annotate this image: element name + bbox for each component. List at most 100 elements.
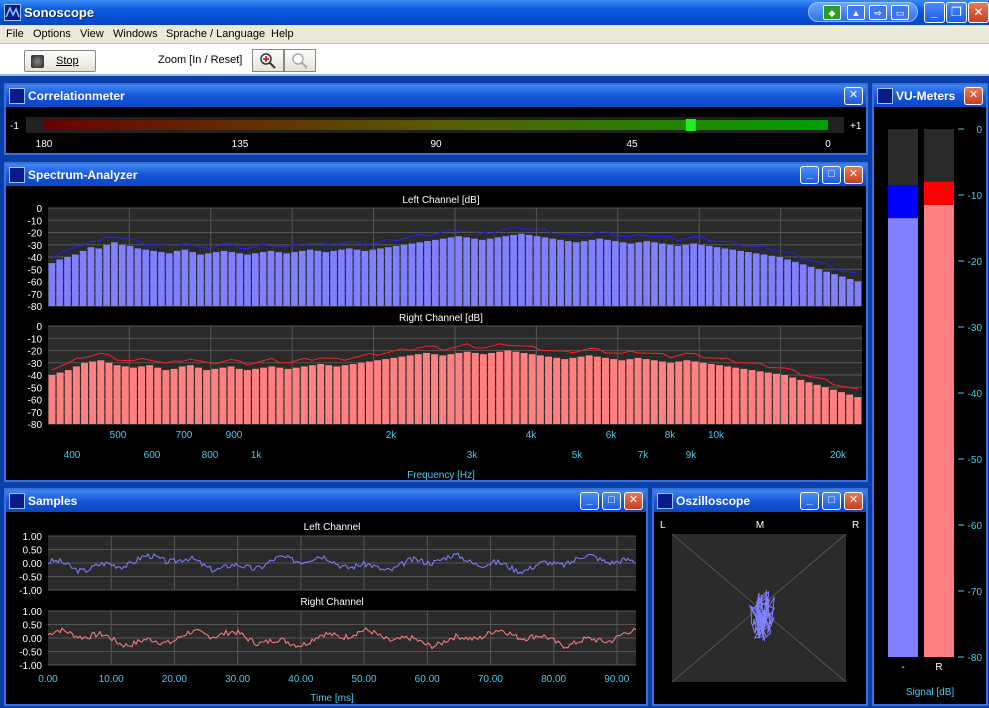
stop-label: Stop [56,55,79,67]
samples-left-title: Left Channel [304,522,361,533]
spectrum-bar [252,368,259,424]
spectrum-bar [585,355,593,424]
spectrum-bar [392,245,400,306]
correlation-tick: 0 [825,139,831,150]
spectrum-bar [306,249,314,306]
correlation-tick: 180 [36,139,53,150]
stop-icon [31,55,44,68]
spectrum-left-title: Left Channel [dB] [402,195,479,206]
spectrum-bar [691,361,699,424]
spectrum-bar [142,249,150,306]
spectrum-bar [643,241,650,306]
spectrum-bar [220,250,228,306]
spectrum-bar [227,366,235,424]
samples-close-button[interactable]: ✕ [624,492,643,510]
spectrum-bar [377,248,384,306]
menu-file[interactable]: File [6,28,24,40]
menu-options[interactable]: Options [33,28,71,40]
samples-xtick: 50.00 [351,674,376,685]
close-button[interactable]: ✕ [968,2,989,23]
spectrum-bar [541,237,549,306]
spectrum-bar [813,384,821,424]
nvidia-icon[interactable]: ◆ [823,5,841,20]
spectrum-ytick: -30 [28,241,43,252]
spectrum-bar [764,372,772,424]
vu-tick-label: -10 [968,191,983,202]
spectrum-bar [170,368,178,424]
spectrum-maximize-button[interactable]: □ [822,166,841,184]
windows-icon[interactable]: ▭ [891,5,909,20]
spectrum-bar [212,252,220,306]
spectrum-bar [243,370,251,424]
menu-help[interactable]: Help [271,28,294,40]
spectrum-bar [268,366,276,424]
oscilloscope-close-button[interactable]: ✕ [844,492,863,510]
spectrum-bar [831,274,838,306]
spectrum-bar [561,359,569,424]
spectrum-xtick: 900 [226,430,243,441]
spectrum-bar [432,239,439,306]
samples-xtick: 60.00 [415,674,440,685]
vu-xlabel: Signal [dB] [906,687,955,698]
menu-windows[interactable]: Windows [113,28,158,40]
spectrum-minimize-button[interactable]: _ [800,166,819,184]
minimize-button[interactable]: _ [924,2,945,23]
spectrum-xtick: 10k [708,430,725,441]
spectrum-bar [525,234,533,306]
spectrum-bar [627,243,635,306]
spectrum-bar [103,244,110,306]
zoom-label: Zoom [In / Reset] [158,54,243,66]
spectrum-bar [494,237,502,306]
spectrum-xtick: 1k [251,450,263,461]
oscilloscope-maximize-button[interactable]: □ [822,492,841,510]
spectrum-bar [651,242,658,306]
vu-close-button[interactable]: ✕ [964,87,983,105]
zoom-reset-button[interactable] [284,49,316,72]
vu-meter-chart: 0 -10 -20 -30 -40 -50 -60 -70 -80 - R Signal [dB… [888,125,982,698]
zoom-in-button[interactable] [252,49,284,72]
spectrum-bar [752,253,760,306]
correlation-right-label: +1 [850,121,862,132]
samples-right-title: Right Channel [300,597,363,608]
export-icon[interactable]: ⇨ [869,5,887,20]
spectrum-bar [283,253,290,306]
menu-bar: File Options View Windows Sprache / Lang… [0,25,989,44]
spectrum-bar [536,355,544,424]
oscilloscope-minimize-button[interactable]: _ [800,492,819,510]
spectrum-bar [291,252,298,306]
spectrum-xtick: 4k [526,430,538,441]
spectrum-bar [357,362,365,424]
zoom-in-icon [260,53,276,69]
spectrum-bar [846,394,854,424]
stop-button[interactable]: Stop [24,50,96,72]
spectrum-close-button[interactable]: ✕ [844,166,863,184]
spectrum-bar [424,241,431,306]
arrow-icon[interactable]: ▲ [847,5,865,20]
menu-view[interactable]: View [80,28,104,40]
spectrum-xtick: 800 [202,450,219,461]
vu-tick-label: -40 [968,389,983,400]
spectrum-bar [126,245,134,306]
spectrum-bar [565,241,572,306]
samples-maximize-button[interactable]: □ [602,492,621,510]
spectrum-bar [186,365,194,424]
osc-label-r: R [852,520,859,531]
vu-titlebar: VU-Meters ✕ [874,85,986,107]
spectrum-bar [338,249,345,306]
spectrum-bar [821,387,829,424]
samples-minimize-button[interactable]: _ [580,492,599,510]
spectrum-bar [619,242,627,306]
spectrum-bar [823,271,830,306]
vu-right-bar [924,204,954,657]
correlation-marker [685,119,696,131]
correlationmeter-close-button[interactable]: ✕ [844,87,863,105]
restore-button[interactable]: ❐ [946,2,967,23]
app-titlebar: Sonoscope ◆ ▲ ⇨ ▭ _ ❐ ✕ [0,0,989,25]
vu-scale: 0 -10 -20 -30 -40 -50 -60 -70 -80 [958,125,982,664]
spectrum-bar [374,360,382,424]
spectrum-bar [667,362,675,424]
spectrum-bar [219,367,227,424]
spectrum-bar [56,259,63,306]
menu-language[interactable]: Sprache / Language [166,28,265,40]
spectrum-bar [439,238,447,306]
